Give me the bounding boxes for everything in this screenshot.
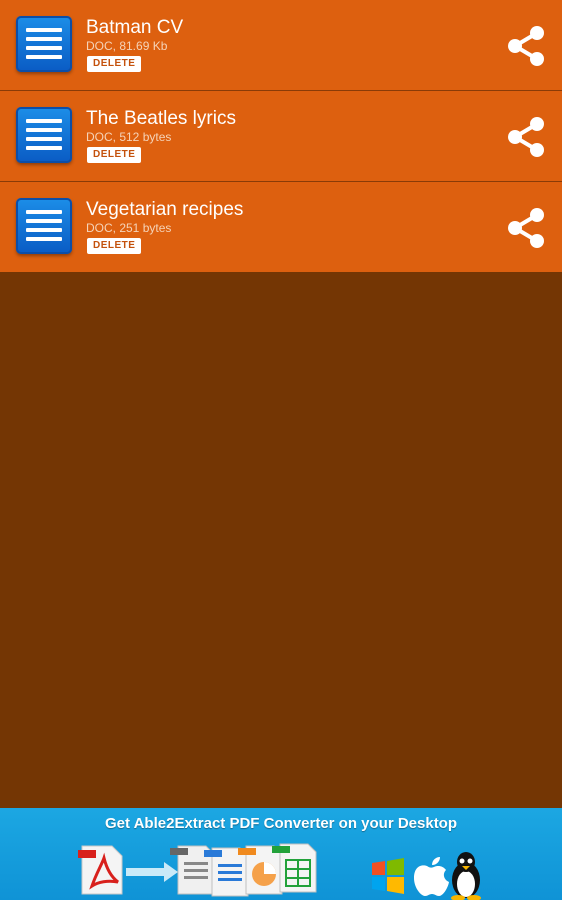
ad-graphic	[78, 843, 481, 900]
apple-icon	[414, 857, 449, 896]
linux-icon	[451, 852, 481, 900]
document-icon	[16, 107, 72, 163]
file-row[interactable]: Batman CV DOC, 81.69 Kb DELETE	[0, 0, 562, 91]
file-meta: DOC, 81.69 Kb	[86, 39, 168, 53]
arrow-icon	[126, 862, 178, 882]
file-row[interactable]: Vegetarian recipes DOC, 251 bytes DELETE	[0, 182, 562, 272]
document-icon	[16, 16, 72, 72]
share-icon[interactable]	[504, 206, 548, 250]
document-icons	[170, 843, 317, 897]
document-icon	[16, 198, 72, 254]
delete-button[interactable]: DELETE	[87, 238, 142, 254]
file-row[interactable]: The Beatles lyrics DOC, 512 bytes DELETE	[0, 91, 562, 182]
file-list: Batman CV DOC, 81.69 Kb DELETE The Beatl…	[0, 0, 562, 272]
share-icon[interactable]	[504, 115, 548, 159]
file-meta: DOC, 512 bytes	[86, 130, 172, 144]
pdf-icon	[78, 845, 123, 895]
ad-text: Get Able2Extract PDF Converter on your D…	[104, 815, 458, 832]
share-icon[interactable]	[504, 24, 548, 68]
file-meta: DOC, 251 bytes	[86, 221, 172, 235]
file-name: Batman CV	[86, 17, 184, 38]
file-name: Vegetarian recipes	[86, 199, 244, 220]
file-name: The Beatles lyrics	[86, 108, 236, 129]
windows-icon	[372, 858, 404, 894]
ad-banner[interactable]: Get Able2Extract PDF Converter on your D…	[0, 808, 562, 900]
delete-button[interactable]: DELETE	[87, 147, 142, 163]
delete-button[interactable]: DELETE	[87, 56, 142, 72]
